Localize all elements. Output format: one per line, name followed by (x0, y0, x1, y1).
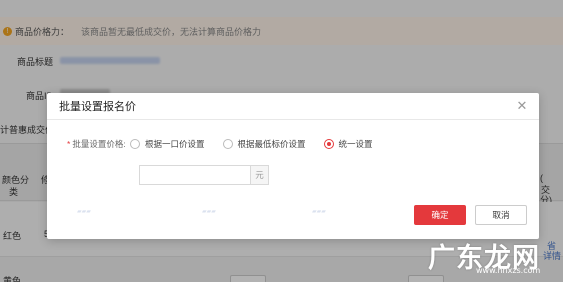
radio-uniform[interactable]: 统一设置 (323, 138, 373, 150)
radio-circle[interactable] (130, 139, 140, 149)
radio-label: 统一设置 (338, 139, 373, 149)
watermark-mark: ▰▰▰ (202, 209, 216, 215)
dialog-header: 批量设置报名价 ✕ (47, 93, 539, 120)
price-mode-row: * 批量设置价格: 根据一口价设置 根据最低标价设置 统一设置 (67, 138, 391, 150)
watermark-mark: ▰▰▰ (77, 209, 91, 215)
batch-price-dialog: 批量设置报名价 ✕ * 批量设置价格: 根据一口价设置 根据最低标价设置 统一设置… (47, 93, 539, 239)
close-icon[interactable]: ✕ (516, 99, 528, 112)
price-mode-label-text: 批量设置价格: (72, 139, 126, 149)
radio-by-fixed-price[interactable]: 根据一口价设置 (130, 138, 205, 150)
confirm-button[interactable]: 确定 (414, 205, 466, 225)
required-mark: * (67, 139, 71, 149)
price-input-group: 元 (139, 165, 269, 185)
price-input[interactable] (139, 165, 250, 185)
radio-by-lowest-price[interactable]: 根据最低标价设置 (222, 138, 306, 150)
price-mode-label: * 批量设置价格: (67, 138, 130, 150)
dialog-title: 批量设置报名价 (59, 101, 136, 113)
radio-label: 根据一口价设置 (145, 139, 205, 149)
watermark-mark: ▰▰▰ (312, 209, 326, 215)
radio-circle-checked[interactable] (323, 139, 334, 149)
radio-circle[interactable] (222, 139, 233, 149)
radio-label: 根据最低标价设置 (237, 139, 306, 149)
logo-url: www.hnxzs.com (476, 266, 541, 275)
cancel-button[interactable]: 取消 (475, 205, 527, 225)
currency-unit: 元 (250, 165, 269, 185)
